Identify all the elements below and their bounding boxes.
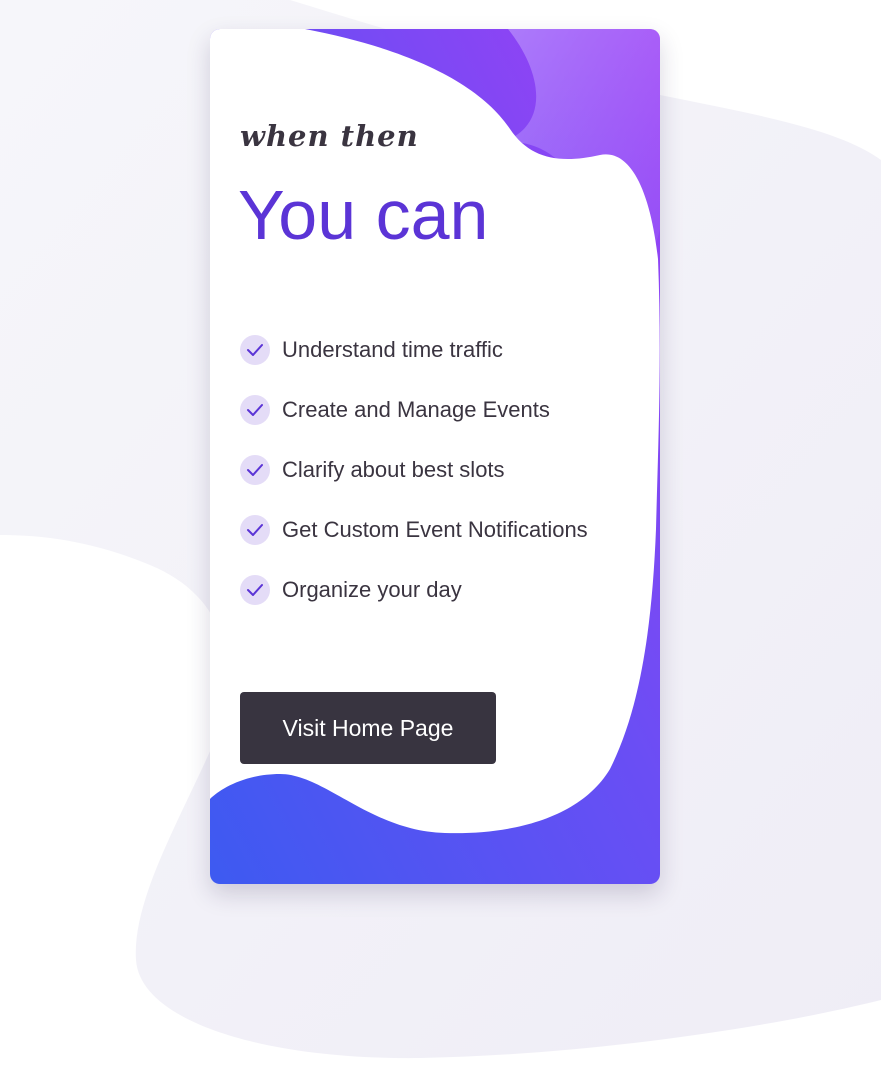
- feature-label: Clarify about best slots: [282, 457, 505, 482]
- check-icon: [240, 515, 270, 545]
- visit-home-page-button[interactable]: Visit Home Page: [240, 692, 496, 764]
- card-title: You can: [238, 176, 489, 254]
- page-background: when then You can Understand time traffi…: [0, 0, 881, 1067]
- feature-card: when then You can Understand time traffi…: [210, 29, 660, 884]
- feature-item: Create and Manage Events: [240, 395, 588, 425]
- check-icon: [240, 455, 270, 485]
- check-icon: [240, 395, 270, 425]
- feature-label: Understand time traffic: [282, 337, 503, 362]
- feature-label: Create and Manage Events: [282, 397, 550, 422]
- feature-label: Get Custom Event Notifications: [282, 517, 588, 542]
- feature-list: Understand time traffic Create and Manag…: [240, 335, 588, 635]
- check-icon: [240, 575, 270, 605]
- feature-item: Get Custom Event Notifications: [240, 515, 588, 545]
- check-icon: [240, 335, 270, 365]
- kicker-heading: when then: [240, 119, 419, 153]
- feature-item: Clarify about best slots: [240, 455, 588, 485]
- feature-item: Understand time traffic: [240, 335, 588, 365]
- feature-label: Organize your day: [282, 577, 462, 602]
- feature-item: Organize your day: [240, 575, 588, 605]
